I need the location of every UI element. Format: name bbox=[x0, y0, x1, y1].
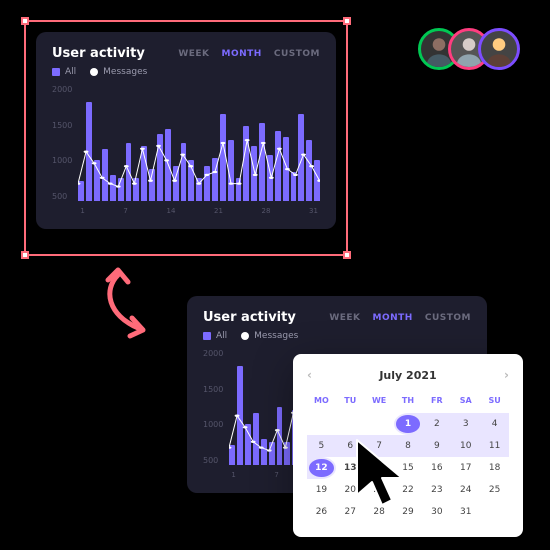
activity-card-selected: User activity WEEK MONTH CUSTOM All Mess… bbox=[36, 32, 336, 229]
cal-day[interactable]: 17 bbox=[451, 457, 480, 479]
cal-day[interactable]: 26 bbox=[307, 501, 336, 523]
resize-handle-br[interactable] bbox=[343, 251, 351, 259]
cal-day[interactable]: 2 bbox=[422, 413, 451, 435]
cal-day[interactable]: 12 bbox=[307, 457, 336, 479]
collaborator-avatars bbox=[418, 28, 520, 70]
card-title: User activity bbox=[52, 46, 145, 61]
range-tabs: WEEK MONTH CUSTOM bbox=[178, 49, 320, 59]
cal-day[interactable]: 1 bbox=[394, 413, 423, 435]
tab-week[interactable]: WEEK bbox=[178, 49, 209, 59]
cal-day[interactable]: 4 bbox=[480, 413, 509, 435]
cal-next-icon[interactable]: › bbox=[504, 368, 509, 382]
card-title: User activity bbox=[203, 310, 296, 325]
resize-handle-tr[interactable] bbox=[343, 17, 351, 25]
cal-day[interactable]: 16 bbox=[422, 457, 451, 479]
legend-all: All bbox=[216, 331, 227, 341]
cal-dow: TH bbox=[394, 392, 423, 413]
resize-handle-tl[interactable] bbox=[21, 17, 29, 25]
cal-prev-icon[interactable]: ‹ bbox=[307, 368, 312, 382]
chart-legend: All Messages bbox=[52, 67, 320, 77]
cal-month-label: July 2021 bbox=[379, 369, 436, 382]
cal-day[interactable]: 11 bbox=[480, 435, 509, 457]
tab-month[interactable]: MONTH bbox=[222, 49, 262, 59]
cal-day[interactable]: 3 bbox=[451, 413, 480, 435]
chart-legend: All Messages bbox=[203, 331, 471, 341]
range-tabs: WEEK MONTH CUSTOM bbox=[329, 313, 471, 323]
chart: 200015001000500 1714212831 bbox=[52, 85, 320, 215]
tab-month[interactable]: MONTH bbox=[373, 313, 413, 323]
legend-messages: Messages bbox=[103, 67, 147, 77]
cal-dow: WE bbox=[365, 392, 394, 413]
legend-all: All bbox=[65, 67, 76, 77]
legend-messages: Messages bbox=[254, 331, 298, 341]
cal-day[interactable]: 5 bbox=[307, 435, 336, 457]
cal-day[interactable]: 31 bbox=[451, 501, 480, 523]
avatar[interactable] bbox=[478, 28, 520, 70]
cal-day[interactable]: 25 bbox=[480, 479, 509, 501]
sync-arrow-icon bbox=[88, 260, 178, 350]
cal-day[interactable]: 9 bbox=[422, 435, 451, 457]
cal-day[interactable]: 23 bbox=[422, 479, 451, 501]
tab-week[interactable]: WEEK bbox=[329, 313, 360, 323]
cal-day[interactable]: 18 bbox=[480, 457, 509, 479]
tab-custom[interactable]: CUSTOM bbox=[274, 49, 320, 59]
cal-day[interactable]: 24 bbox=[451, 479, 480, 501]
resize-handle-bl[interactable] bbox=[21, 251, 29, 259]
mouse-cursor-icon bbox=[352, 435, 422, 515]
tab-custom[interactable]: CUSTOM bbox=[425, 313, 471, 323]
cal-dow: TU bbox=[336, 392, 365, 413]
cal-day[interactable]: 19 bbox=[307, 479, 336, 501]
cal-day[interactable]: 30 bbox=[422, 501, 451, 523]
cal-dow: SU bbox=[480, 392, 509, 413]
cal-dow: SA bbox=[451, 392, 480, 413]
cal-day[interactable]: 10 bbox=[451, 435, 480, 457]
cal-dow: FR bbox=[422, 392, 451, 413]
cal-dow: MO bbox=[307, 392, 336, 413]
